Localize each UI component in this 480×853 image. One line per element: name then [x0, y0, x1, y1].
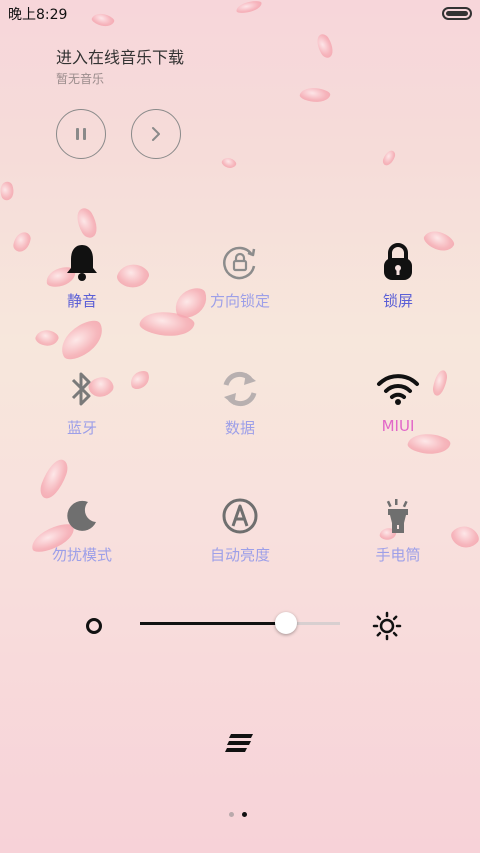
toggle-wifi-label: MIUI [381, 417, 415, 435]
toggle-mobile-data[interactable]: 数据 [180, 367, 300, 441]
page-indicator [229, 812, 247, 817]
chevron-right-icon [152, 127, 160, 141]
toggle-rotation-lock[interactable]: 方向锁定 [180, 240, 300, 314]
menu-icon[interactable] [225, 732, 255, 754]
brightness-slider-fill [140, 622, 286, 625]
mobile-data-icon [218, 367, 262, 411]
petal-decoration [299, 85, 331, 105]
toggle-mobile-data-label: 数据 [224, 419, 255, 437]
petal-decoration [220, 155, 238, 171]
toggle-bluetooth-label: 蓝牙 [66, 419, 97, 437]
petal-decoration [381, 148, 397, 168]
page-dot-active [242, 812, 247, 817]
toggle-do-not-disturb-label: 勿扰模式 [51, 546, 112, 564]
toggle-auto-brightness-label: 自动亮度 [209, 546, 270, 564]
petal-decoration [312, 32, 338, 60]
music-title[interactable]: 进入在线音乐下载 [56, 44, 184, 68]
petal-decoration [33, 326, 61, 350]
pause-icon [76, 128, 86, 140]
toggle-mute[interactable]: 静音 [22, 240, 142, 314]
toggle-do-not-disturb[interactable]: 勿扰模式 [22, 494, 142, 568]
page-dot [229, 812, 234, 817]
brightness-slider-thumb[interactable] [275, 612, 297, 634]
toggle-mute-label: 静音 [66, 292, 97, 310]
brightness-low-icon [86, 618, 102, 634]
next-button[interactable] [131, 109, 181, 159]
rotation-lock-icon [218, 240, 262, 284]
petal-decoration [0, 180, 17, 202]
flashlight-icon [376, 494, 420, 538]
brightness-high-icon [372, 611, 402, 641]
lock-icon [376, 240, 420, 284]
bluetooth-icon [60, 367, 104, 411]
toggle-lock-screen[interactable]: 锁屏 [338, 240, 458, 314]
toggle-lock-screen-label: 锁屏 [382, 292, 413, 310]
toggle-flashlight-label: 手电筒 [375, 546, 421, 564]
toggle-bluetooth[interactable]: 蓝牙 [22, 367, 142, 441]
petal-decoration [71, 205, 103, 241]
toggle-rotation-lock-label: 方向锁定 [209, 292, 270, 310]
battery-icon [442, 7, 472, 20]
wifi-icon [376, 367, 420, 411]
status-bar: 晚上8:29 [0, 0, 480, 28]
toggle-wifi[interactable]: MIUI [338, 367, 458, 441]
bell-icon [60, 240, 104, 284]
brightness-slider[interactable] [140, 612, 340, 634]
music-subtitle: 暂无音乐 [56, 72, 105, 86]
toggle-flashlight[interactable]: 手电筒 [338, 494, 458, 568]
status-time: 晚上8:29 [8, 7, 68, 23]
toggle-auto-brightness[interactable]: 自动亮度 [180, 494, 300, 568]
petal-decoration [54, 315, 110, 365]
pause-button[interactable] [56, 109, 106, 159]
moon-icon [60, 494, 104, 538]
auto-brightness-icon [218, 494, 262, 538]
